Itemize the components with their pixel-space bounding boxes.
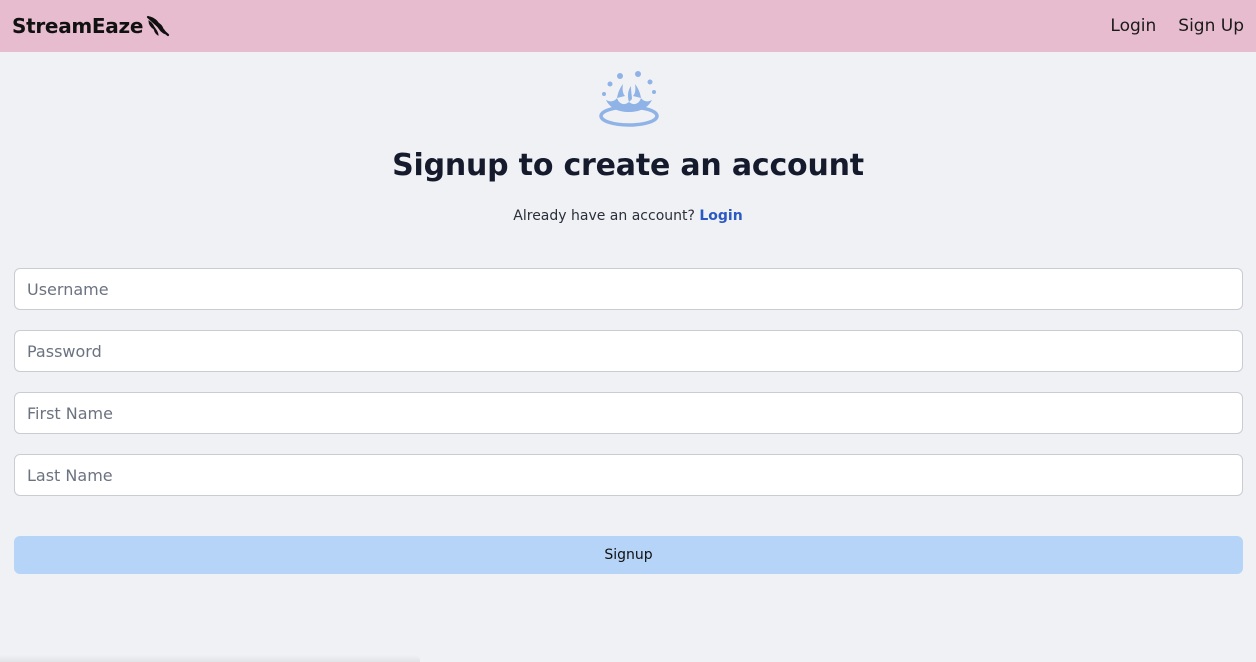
first-name-input[interactable] (14, 392, 1243, 434)
bottom-edge-shadow (0, 655, 420, 662)
brand-name: StreamEaze (12, 14, 144, 38)
nav-signup-link[interactable]: Sign Up (1178, 16, 1244, 36)
feather-wing-icon (146, 15, 170, 37)
username-input[interactable] (14, 268, 1243, 310)
login-link[interactable]: Login (699, 208, 742, 224)
nav-login-link[interactable]: Login (1110, 16, 1156, 36)
nav-links: Login Sign Up (1110, 16, 1244, 36)
water-splash-icon (599, 71, 659, 127)
page-title: Signup to create an account (392, 148, 864, 183)
password-input[interactable] (14, 330, 1243, 372)
login-prompt-text: Already have an account? (513, 208, 695, 224)
signup-button[interactable]: Signup (14, 536, 1243, 574)
login-prompt: Already have an account? Login (0, 208, 1256, 224)
last-name-input[interactable] (14, 454, 1243, 496)
brand-logo-link[interactable]: StreamEaze (12, 13, 171, 39)
top-navbar: StreamEaze Login Sign Up (0, 0, 1256, 52)
